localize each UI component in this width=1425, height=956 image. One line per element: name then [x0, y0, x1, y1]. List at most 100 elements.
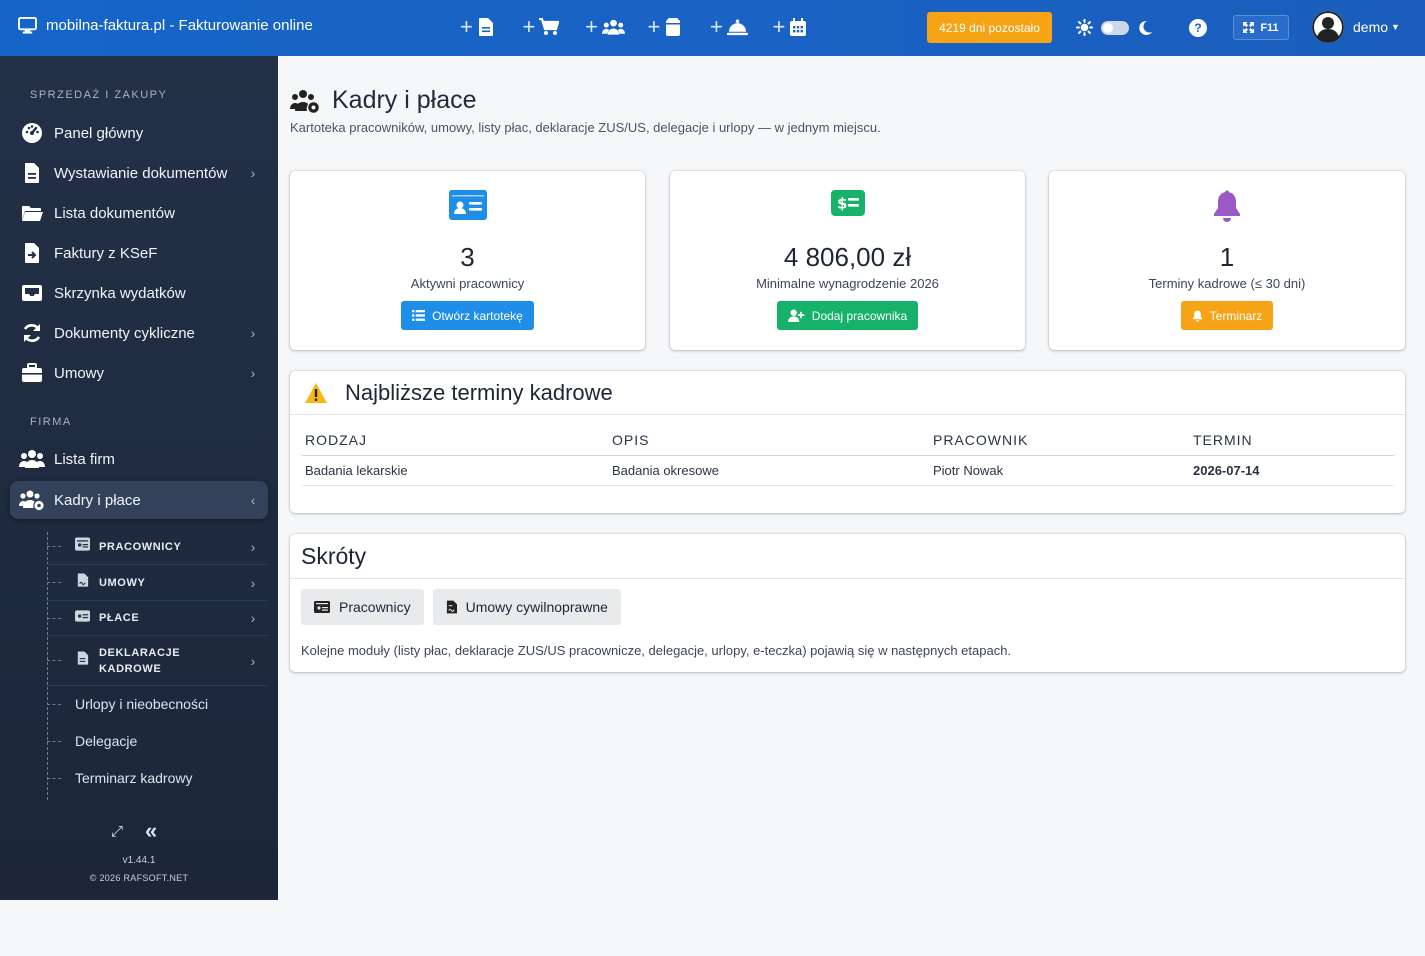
quick-actions: + + + + + + — [460, 16, 835, 38]
user-plus-icon — [787, 309, 805, 322]
user-menu[interactable]: demo ▼ — [1312, 11, 1400, 43]
shortcut-employees-button[interactable]: Pracownicy — [301, 589, 424, 625]
dashboard-icon — [22, 123, 42, 143]
column-header-employee[interactable]: PRACOWNIK — [930, 425, 1190, 456]
add-box-icon — [666, 18, 681, 36]
chevron-left-icon: ‹ — [250, 492, 256, 508]
quick-add-product[interactable]: + — [648, 16, 711, 38]
sidebar-section-sales: SPRZEDAŻ I ZAKUPY — [30, 89, 168, 101]
column-header-deadline[interactable]: TERMIN — [1190, 425, 1394, 456]
sidebar-tools: ⤢ « — [111, 818, 157, 844]
brand-title: mobilna-faktura.pl - Fakturowanie online — [46, 17, 313, 34]
id-card-icon — [448, 190, 487, 220]
theme-switcher[interactable] — [1076, 19, 1153, 36]
id-card-icon — [314, 601, 330, 613]
hr-calendar-button[interactable]: Terminarz — [1180, 301, 1274, 330]
submenu-business-trips[interactable]: Delegacje — [47, 733, 137, 749]
user-avatar-icon — [1312, 11, 1344, 43]
table-row[interactable]: Badania lekarskie Badania okresowe Piotr… — [302, 455, 1394, 486]
theme-toggle[interactable] — [1101, 20, 1129, 35]
expand-arrows-icon[interactable]: ⤢ — [111, 823, 123, 840]
list-icon — [412, 310, 426, 321]
license-days-badge[interactable]: 4219 dni pozostało — [927, 12, 1052, 43]
panel-title: Skróty — [301, 542, 367, 569]
warning-icon — [305, 382, 327, 403]
open-records-button[interactable]: Otwórz kartotekę — [401, 301, 534, 330]
sidebar-item-label: Wystawianie dokumentów — [54, 164, 228, 182]
hr-deadlines-panel: Najbliższe terminy kadrowe RODZAJ OPIS P… — [290, 371, 1405, 513]
sync-icon — [23, 324, 41, 342]
sidebar-item-label: Umowy — [54, 364, 105, 382]
sidebar-item-expenses-inbox[interactable]: Skrzynka wydatków — [10, 274, 268, 312]
sidebar-item-contracts[interactable]: Umowy › — [10, 354, 268, 392]
submenu-label: Delegacje — [75, 733, 138, 749]
sidebar-item-dashboard[interactable]: Panel główny — [10, 114, 268, 152]
users-icon — [19, 450, 45, 468]
svg-text:$: $ — [837, 195, 847, 213]
submenu-employees[interactable]: PRACOWNICY › — [47, 529, 268, 565]
chevron-right-icon: › — [250, 610, 256, 626]
submenu-hr-declarations[interactable]: DEKLARACJE KADROWE › — [47, 636, 268, 686]
table-header-row: RODZAJ OPIS PRACOWNIK TERMIN — [302, 425, 1394, 456]
collapse-sidebar-icon[interactable]: « — [145, 818, 157, 844]
button-label: Otwórz kartotekę — [432, 308, 523, 323]
sidebar: SPRZEDAŻ I ZAKUPY Panel główny Wystawian… — [0, 56, 278, 900]
file-signature-icon — [77, 573, 89, 587]
quick-add-event[interactable]: + — [773, 16, 836, 38]
stat-value: 4 806,00 zł — [783, 242, 912, 272]
page-header: Kadry i płace Kartoteka pracowników, umo… — [290, 86, 881, 135]
sidebar-item-label: Kadry i płace — [54, 491, 141, 509]
chevron-right-icon: › — [250, 165, 256, 181]
chevron-right-icon: › — [250, 574, 256, 591]
briefcase-icon — [22, 363, 42, 382]
submenu-payroll[interactable]: PŁACE › — [47, 601, 268, 636]
quick-add-service[interactable]: + — [710, 16, 773, 38]
sidebar-item-company-list[interactable]: Lista firm — [10, 440, 268, 478]
add-calendar-icon — [790, 18, 807, 36]
money-bill-icon: $ — [830, 190, 865, 216]
submenu-contracts[interactable]: UMOWY › — [47, 565, 268, 601]
sidebar-item-ksef[interactable]: Faktury z KSeF — [10, 234, 268, 272]
cell-deadline: 2026-07-14 — [1190, 455, 1394, 486]
chevron-right-icon: › — [250, 325, 256, 341]
submenu-label: Terminarz kadrowy — [75, 770, 193, 786]
sidebar-item-document-list[interactable]: Lista dokumentów — [10, 194, 268, 232]
fullscreen-button[interactable]: F11 — [1233, 15, 1289, 40]
quick-add-contractor[interactable]: + — [585, 16, 648, 38]
button-label: Pracownicy — [339, 599, 411, 615]
stat-card-hr-deadlines: 1 Terminy kadrowe (≤ 30 dni) Terminarz — [1049, 171, 1405, 350]
chevron-right-icon: › — [250, 365, 256, 381]
page-subtitle: Kartoteka pracowników, umowy, listy płac… — [290, 120, 881, 135]
add-employee-button[interactable]: Dodaj pracownika — [776, 301, 919, 330]
panel-title: Najbliższe terminy kadrowe — [345, 379, 613, 405]
page-title: Kadry i płace — [332, 86, 477, 114]
submenu-label: DEKLARACJE KADROWE — [99, 645, 238, 677]
submenu-leaves[interactable]: Urlopy i nieobecności — [47, 696, 208, 712]
quick-add-purchase[interactable]: + — [523, 16, 586, 38]
brand-link[interactable]: mobilna-faktura.pl - Fakturowanie online — [18, 17, 313, 34]
stat-card-employees: 3 Aktywni pracownicy Otwórz kartotekę — [290, 171, 645, 350]
add-purchase-icon — [539, 18, 560, 35]
shortcuts-panel: Skróty Pracownicy Umowy cywilnoprawne Ko… — [290, 534, 1405, 672]
column-header-description[interactable]: OPIS — [609, 425, 930, 456]
money-card-icon — [75, 609, 90, 622]
submenu-label: PŁACE — [99, 612, 140, 624]
sidebar-item-label: Lista dokumentów — [54, 204, 175, 222]
sidebar-item-issue-documents[interactable]: Wystawianie dokumentów › — [10, 154, 268, 192]
submenu-hr-calendar[interactable]: Terminarz kadrowy — [47, 770, 192, 786]
column-header-type[interactable]: RODZAJ — [302, 425, 609, 456]
sidebar-item-hr-payroll[interactable]: Kadry i płace ‹ — [10, 481, 268, 519]
file-import-icon — [25, 243, 39, 263]
help-button[interactable]: ? — [1189, 19, 1207, 37]
shortcut-civil-contracts-button[interactable]: Umowy cywilnoprawne — [432, 589, 621, 625]
avatar — [1312, 11, 1344, 43]
stat-value: 3 — [460, 242, 475, 272]
users-cog-icon — [19, 490, 44, 511]
button-label: Dodaj pracownika — [811, 308, 908, 323]
button-label: Umowy cywilnoprawne — [465, 599, 608, 615]
sidebar-item-recurring-documents[interactable]: Dokumenty cykliczne › — [10, 314, 268, 352]
sidebar-section-company: FIRMA — [30, 416, 72, 428]
moon-icon — [1139, 20, 1152, 35]
quick-add-document[interactable]: + — [460, 16, 523, 38]
stat-caption: Aktywni pracownicy — [410, 276, 525, 291]
